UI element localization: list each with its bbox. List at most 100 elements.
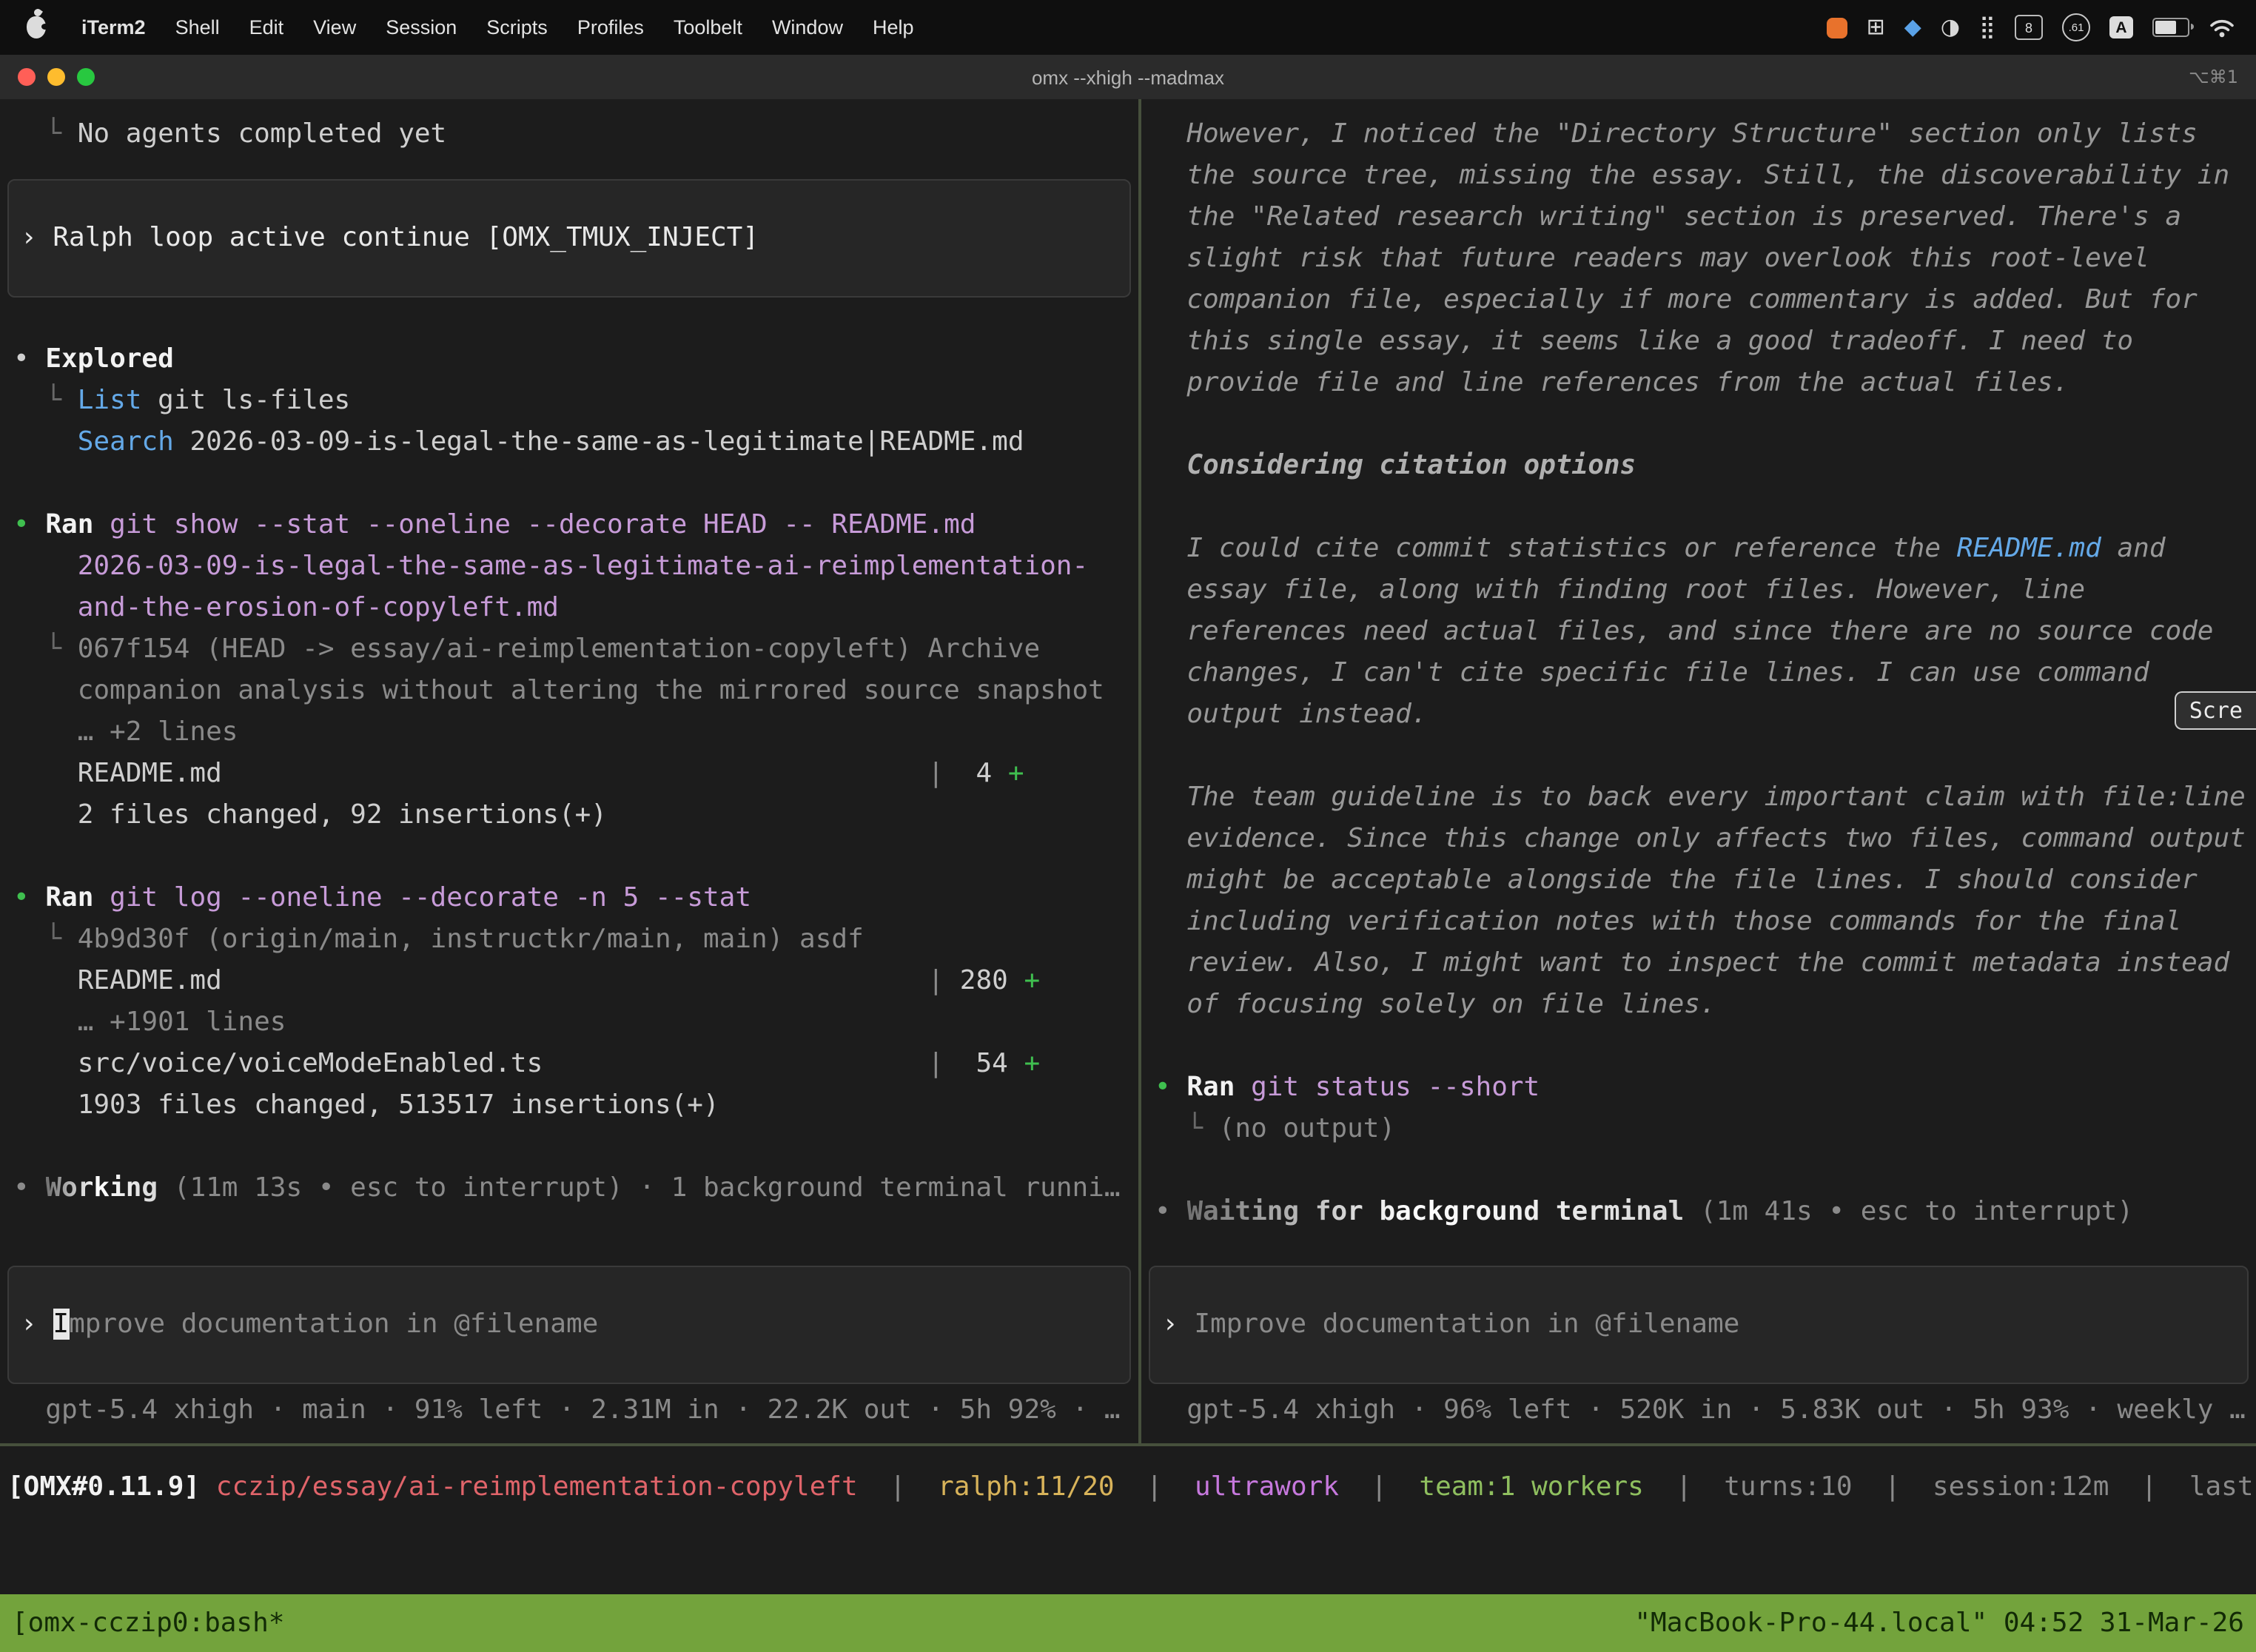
text-segment: Ran [1186,1072,1235,1103]
menu-item-view[interactable]: View [298,16,371,38]
text-segment: turns:10 [1724,1471,1852,1502]
text-segment: | [927,1048,944,1079]
right-pane-footer: › Improve documentation in @filename gpt… [1141,1236,2256,1431]
terminal-line: gpt-5.4 xhigh · 96% left · 520K in · 5.8… [1141,1390,2256,1431]
terminal-line: gpt-5.4 xhigh · main · 91% left · 2.31M … [0,1390,1138,1431]
text-segment: (11m 13s • esc to interrupt) · 1 backgro… [158,1172,1120,1203]
text-segment [543,1048,927,1079]
menu-item-help[interactable]: Help [858,16,929,38]
tmux-status-bar: [omx-cczip0:bash* "MacBook-Pro-44.local"… [0,1594,2256,1652]
terminal-line: essay file, along with finding root file… [1141,570,2256,611]
menu-item-shell[interactable]: Shell [161,16,235,38]
text-segment: No agents completed yet [78,118,447,150]
terminal-window: └ No agents completed yet › Ralph loop ac… [0,99,2256,1652]
text-segment: Waiting for background terminal [1186,1196,1684,1227]
text-segment: └ [13,924,78,955]
menu-item-scripts[interactable]: Scripts [471,16,563,38]
text-segment: + [1008,758,1024,789]
keycap-icon[interactable]: 8 [2015,15,2043,40]
text-segment: › [21,1309,53,1340]
text-segment: └ [13,634,78,665]
dots-grid-icon[interactable]: ⣿ [1979,16,1995,38]
terminal-line: … +2 lines [0,712,1138,753]
text-segment: Ralph loop active continue [OMX_TMUX_INJ… [53,222,759,253]
blank-line [1141,736,2256,777]
text-segment: ralph:11/20 [938,1471,1114,1502]
text-segment: • [1155,1072,1186,1103]
text-segment: including verification notes with those … [1155,906,2181,937]
menu-item-window[interactable]: Window [757,16,858,38]
text-segment: Ran [45,882,93,913]
text-segment: and [2101,533,2166,564]
text-segment: Improve documentation in @filename [1194,1309,1739,1340]
text-segment: README.md [1957,533,2101,564]
blank-line [1141,1150,2256,1192]
text-segment: └ [13,118,78,150]
text-segment: | [1853,1471,1933,1502]
menu-item-session[interactable]: Session [371,16,471,38]
menu-status-icons: ⊞ ◆ ◑ ⣿ 8 .61 A [1827,13,2256,41]
terminal-line: companion analysis without altering the … [0,671,1138,712]
omx-status-line: [OMX#0.11.9] cczip/essay/ai-reimplementa… [0,1467,2256,1508]
text-segment: 1903 files changed, 513517 insertions(+) [13,1089,719,1121]
terminal-line: The team guideline is to back every impo… [1141,777,2256,819]
text-segment: | [858,1471,938,1502]
terminal-line: the source tree, missing the essay. Stil… [1141,155,2256,197]
text-segment: 2 files changed, 92 insertions(+) [13,799,607,830]
screen-recording-icon[interactable] [1827,17,1847,38]
screen-tooltip: Scre [2175,691,2256,730]
contrast-circle-icon[interactable]: ◑ [1941,16,1960,38]
text-segment: gpt-5.4 xhigh · main · 91% left · 2.31M … [13,1394,1121,1426]
menu-item-profiles[interactable]: Profiles [563,16,659,38]
right-terminal-pane[interactable]: However, I noticed the "Directory Struct… [1141,99,2256,1443]
text-segment [13,426,78,457]
apple-menu-icon[interactable] [27,16,46,38]
menu-item-iterm2[interactable]: iTerm2 [67,16,161,38]
terminal-line: • Ran git log --oneline --decorate -n 5 … [0,878,1138,919]
text-segment: output instead. [1155,699,1427,730]
raycast-icon[interactable]: ◆ [1904,16,1921,38]
left-pane-scrollback: └ No agents completed yet› Ralph loop ac… [0,99,1138,1209]
battery-percent-icon[interactable]: .61 [2062,13,2090,41]
text-segment: 067f154 (HEAD -> essay/ai-reimplementati… [78,634,1040,665]
left-terminal-pane[interactable]: └ No agents completed yet › Ralph loop ac… [0,99,1138,1443]
text-segment: slight risk that future readers may over… [1155,243,2149,274]
text-segment: team:1 workers [1419,1471,1643,1502]
window-title: omx --xhigh --madmax [0,66,2256,88]
terminal-line: … +1901 lines [0,1002,1138,1044]
terminal-line: Considering citation options [1141,446,2256,487]
terminal-line: companion file, especially if more comme… [1141,280,2256,321]
terminal-line: [OMX#0.11.9] cczip/essay/ai-reimplementa… [0,1467,2256,1508]
terminal-line: └ List git ls-files [0,380,1138,422]
text-segment: | [2109,1471,2189,1502]
input-source-icon[interactable]: A [2109,16,2133,38]
window-title-bar[interactable]: omx --xhigh --madmax ⌥⌘1 [0,55,2256,101]
window-grid-icon[interactable]: ⊞ [1867,16,1885,38]
wifi-icon[interactable] [2209,17,2235,38]
prompt-input[interactable]: › Improve documentation in @filename [1149,1266,2249,1384]
terminal-line: › Improve documentation in @filename [15,1304,1124,1346]
terminal-line: • Ran git status --short [1141,1067,2256,1109]
text-segment: src/voice/voiceModeEnabled.ts [13,1048,543,1079]
terminal-line: src/voice/voiceModeEnabled.ts | 54 + [0,1044,1138,1085]
text-segment: … +1901 lines [13,1007,286,1038]
text-segment: last:5m ago [2189,1471,2256,1502]
terminal-line: of focusing solely on file lines. [1141,984,2256,1026]
text-segment: changes, I can't cite specific file line… [1155,657,2149,688]
text-segment: + [1024,1048,1041,1079]
terminal-line: README.md | 280 + [0,961,1138,1002]
text-segment: + [1024,965,1041,996]
battery-icon[interactable] [2152,18,2189,37]
text-segment: | [927,965,944,996]
text-segment: … +2 lines [13,716,238,748]
terminal-line: might be acceptable alongside the file l… [1141,860,2256,901]
text-segment: | [1644,1471,1724,1502]
text-segment: review. Also, I might want to inspect th… [1155,947,2229,978]
text-segment: • [13,882,45,913]
blank-line [0,836,1138,878]
prompt-input[interactable]: › Improve documentation in @filename [7,1266,1131,1384]
text-segment: companion analysis without altering the … [13,675,1104,706]
menu-item-toolbelt[interactable]: Toolbelt [659,16,757,38]
text-segment: and-the-erosion-of-copyleft.md [13,592,559,623]
menu-item-edit[interactable]: Edit [235,16,299,38]
